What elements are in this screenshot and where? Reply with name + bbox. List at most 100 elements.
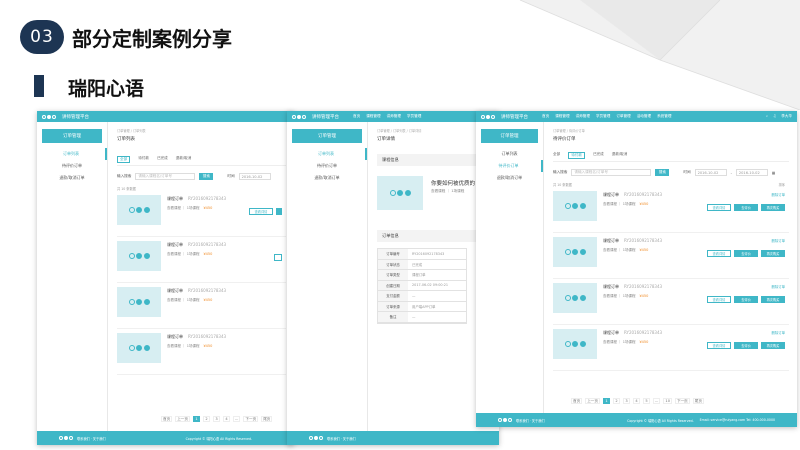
tab-refund[interactable]: 退款/取消 [612, 152, 628, 159]
pager-first[interactable]: 首页 [571, 398, 583, 404]
nav-courses[interactable]: 课程管理 [366, 114, 380, 119]
pager-last[interactable]: 尾页 [261, 416, 273, 422]
pager-next[interactable]: 下一页 [243, 416, 259, 422]
order-rebuy-button[interactable]: 再次购买 [761, 342, 785, 349]
pager-page-10[interactable]: 10 [663, 398, 672, 404]
sidebar-header[interactable]: 订单管理 [481, 129, 538, 143]
footer-links[interactable]: 联系我们 · 关于我们 [327, 436, 356, 441]
footer-links[interactable]: 联系我们 · 关于我们 [516, 418, 545, 423]
sidebar-item-order-list[interactable]: 订单列表 [37, 148, 107, 160]
tab-unpaid[interactable]: 待付款 [568, 152, 585, 159]
sidebar-item-refund-orders[interactable]: 退款/取消订单 [287, 172, 367, 184]
order-detail-button[interactable]: 查看详情 [707, 342, 731, 349]
sidebar-item-refund-orders[interactable]: 退款/取消订单 [476, 172, 543, 184]
calendar-icon[interactable]: ▦ [772, 171, 775, 175]
nav-activities[interactable]: 活动管理 [637, 114, 651, 119]
order-detail-button[interactable]: 查看详情 [707, 250, 731, 257]
course-thumbnail[interactable] [117, 241, 161, 271]
pager-page-2[interactable]: 2 [612, 398, 620, 404]
nav-teachers[interactable]: 讲师管理 [387, 114, 401, 119]
delete-order-link[interactable]: 删除订单 [771, 330, 785, 335]
pager-next[interactable]: 下一页 [674, 398, 690, 404]
pager-page-5[interactable]: 5 [642, 398, 650, 404]
order-rebuy-button[interactable]: 再次购买 [761, 250, 785, 257]
pager-prev[interactable]: 上一页 [585, 398, 600, 404]
nav-students[interactable]: 学员管理 [596, 114, 610, 119]
pager-page-2[interactable]: 2 [202, 416, 210, 422]
nav-system[interactable]: 系统管理 [657, 114, 671, 119]
search-button[interactable]: 搜索 [199, 173, 214, 180]
nav-orders[interactable]: 订单管理 [616, 114, 630, 119]
tab-unpaid[interactable]: 待付款 [138, 156, 149, 163]
order-action-button[interactable] [276, 208, 282, 215]
nav-home[interactable]: 首页 [542, 114, 549, 119]
course-thumbnail[interactable] [377, 176, 423, 210]
breadcrumb[interactable]: 订单管理 / 待评价订单 [553, 128, 789, 133]
order-rebuy-button[interactable]: 再次购买 [761, 204, 785, 211]
search-icon[interactable]: ⌕ [766, 114, 768, 119]
order-review-button[interactable]: 去评价 [734, 296, 758, 303]
nav-home[interactable]: 首页 [353, 114, 360, 119]
order-meta: 查看课程 ｜ 1场课程 [603, 202, 636, 206]
sidebar-item-order-list[interactable]: 订单列表 [476, 148, 543, 160]
nav-students[interactable]: 学员管理 [407, 114, 421, 119]
course-thumbnail[interactable] [553, 283, 597, 313]
breadcrumb[interactable]: 订单管理 / 订单列表 / 订单详情 [377, 128, 491, 133]
user-name[interactable]: 李大华 [781, 114, 792, 119]
nav-teachers[interactable]: 讲师管理 [576, 114, 590, 119]
pager-last[interactable]: 尾页 [692, 398, 704, 404]
course-thumbnail[interactable] [553, 191, 597, 221]
order-detail-button[interactable]: 查看详情 [707, 204, 731, 211]
course-thumbnail[interactable] [117, 287, 161, 317]
sidebar-item-review-orders[interactable]: 待评价订单 [37, 160, 107, 172]
footer-contact: Email: service@ruiyang.com Tel: 400-000-… [699, 418, 775, 422]
sidebar-item-refund-orders[interactable]: 退款/取消订单 [37, 172, 107, 184]
tab-all[interactable]: 全部 [553, 152, 560, 159]
pager-page-3[interactable]: 3 [622, 398, 630, 404]
tab-refund[interactable]: 退款/取消 [176, 156, 192, 163]
pager-first[interactable]: 首页 [161, 416, 173, 422]
pager-page-1[interactable]: 1 [192, 416, 200, 422]
sidebar-item-review-orders[interactable]: 待评价订单 [476, 160, 543, 172]
sidebar-item-review-orders[interactable]: 待评价订单 [287, 160, 367, 172]
sidebar-header[interactable]: 订单管理 [292, 129, 362, 143]
order-detail-button[interactable]: 查看详情 [707, 296, 731, 303]
pager-page-4[interactable]: 4 [632, 398, 640, 404]
delete-order-link[interactable]: 删除订单 [771, 192, 785, 197]
sidebar-header[interactable]: 订单管理 [42, 129, 102, 143]
search-input[interactable]: 请输入课程名/订单号 [135, 173, 196, 180]
order-rebuy-button[interactable]: 再次购买 [761, 296, 785, 303]
footer-links[interactable]: 联系我们 · 关于我们 [77, 436, 106, 441]
app-topbar: 讲师管理平台 [37, 111, 294, 122]
course-thumbnail[interactable] [553, 237, 597, 267]
date-start-input[interactable]: 2016-10-02 [238, 173, 271, 180]
pager-page-3[interactable]: 3 [212, 416, 220, 422]
delete-order-link[interactable]: 删除订单 [771, 238, 785, 243]
order-detail-button[interactable]: 查看详情 [249, 208, 273, 215]
app-footer: 联系我们 · 关于我们 [287, 431, 499, 445]
sidebar-item-order-list[interactable]: 订单列表 [287, 148, 367, 160]
course-name[interactable]: 你要如何被优质的 [431, 179, 475, 187]
tab-completed[interactable]: 已完成 [593, 152, 604, 159]
course-thumbnail[interactable] [117, 195, 161, 225]
course-thumbnail[interactable] [553, 329, 597, 359]
order-review-button[interactable]: 去评价 [734, 204, 758, 211]
course-thumbnail[interactable] [117, 333, 161, 363]
bell-icon[interactable]: ♫ [773, 114, 776, 119]
pager-page-1[interactable]: 1 [602, 398, 610, 404]
order-review-button[interactable]: 去评价 [734, 342, 758, 349]
tab-all[interactable]: 全部 [117, 156, 131, 163]
nav-courses[interactable]: 课程管理 [555, 114, 569, 119]
delete-order-link[interactable]: 删除订单 [771, 284, 785, 289]
breadcrumb[interactable]: 订单管理 / 订单列表 [117, 128, 286, 133]
date-end-input[interactable]: 2016-10-02 [735, 169, 768, 176]
pager-ellipsis: ... [652, 398, 661, 404]
pager-page-4[interactable]: 4 [222, 416, 230, 422]
tab-completed[interactable]: 已完成 [157, 156, 168, 163]
order-action-button[interactable] [274, 254, 282, 261]
search-button[interactable]: 搜索 [655, 169, 670, 176]
date-start-input[interactable]: 2016-10-02 [694, 169, 727, 176]
pager-prev[interactable]: 上一页 [175, 416, 190, 422]
search-input[interactable]: 请输入课程名/订单号 [571, 169, 652, 176]
order-review-button[interactable]: 去评价 [734, 250, 758, 257]
